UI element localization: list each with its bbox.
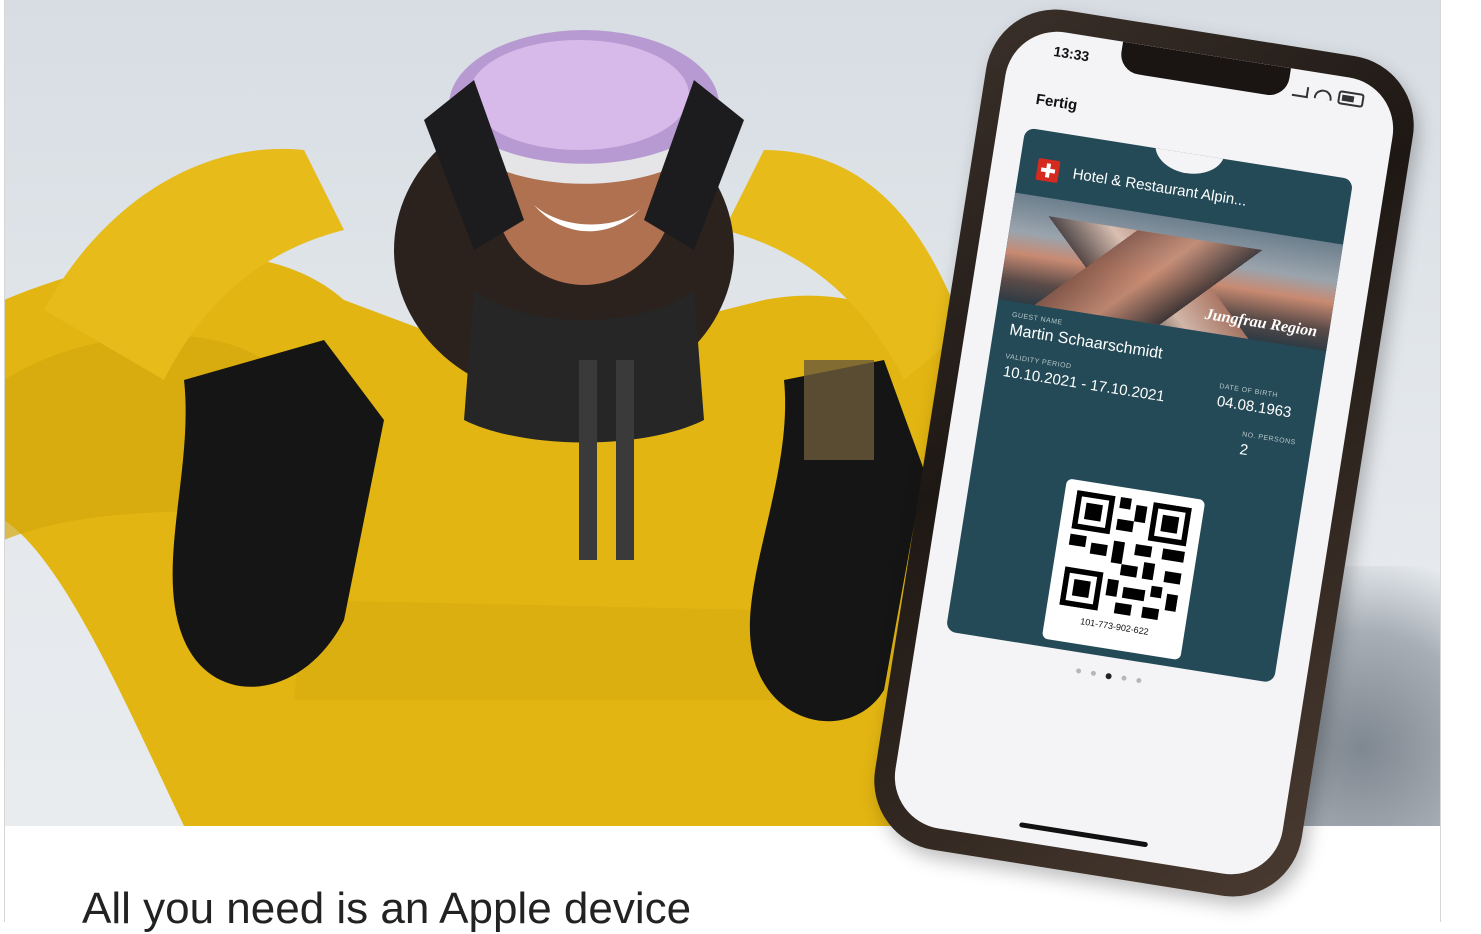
phone-screen: 13:33 Fertig Hotel & Restaurant Alpin...…	[887, 24, 1401, 882]
page-dot[interactable]	[1121, 675, 1127, 682]
qr-code-box: 101-773-902-622	[1041, 478, 1206, 661]
frame-divider-left	[4, 0, 5, 922]
status-icons	[1291, 83, 1365, 108]
pass-notch	[1151, 127, 1229, 179]
persons-label: NO. PERSONS	[1241, 431, 1297, 447]
date-of-birth: 04.08.1963	[1215, 392, 1293, 422]
page-dot-active[interactable]	[1105, 672, 1113, 680]
swiss-flag-icon	[1035, 157, 1061, 184]
iphone: 13:33 Fertig Hotel & Restaurant Alpin...…	[864, 0, 1424, 907]
page-dot[interactable]	[1075, 668, 1082, 674]
wallet-pass[interactable]: Hotel & Restaurant Alpin... Jungfrau Reg…	[945, 127, 1354, 684]
pass-organization: Hotel & Restaurant Alpin...	[1071, 165, 1248, 210]
persons-count: 2	[1238, 441, 1250, 460]
qr-code-icon	[1059, 490, 1192, 621]
status-time: 13:33	[1052, 43, 1091, 65]
wifi-icon	[1313, 88, 1333, 101]
page-dot[interactable]	[1090, 670, 1097, 677]
done-button[interactable]: Fertig	[1035, 91, 1079, 114]
battery-icon	[1336, 90, 1365, 108]
skier-photo	[4, 30, 1004, 826]
phone-mockup: 13:33 Fertig Hotel & Restaurant Alpin...…	[864, 0, 1448, 908]
page-dot[interactable]	[1135, 677, 1142, 684]
page-headline: All you need is an Apple device	[82, 884, 692, 933]
validity-period: 10.10.2021 - 17.10.2021	[1001, 363, 1166, 406]
signal-icon	[1291, 84, 1310, 98]
home-indicator	[1018, 822, 1149, 848]
